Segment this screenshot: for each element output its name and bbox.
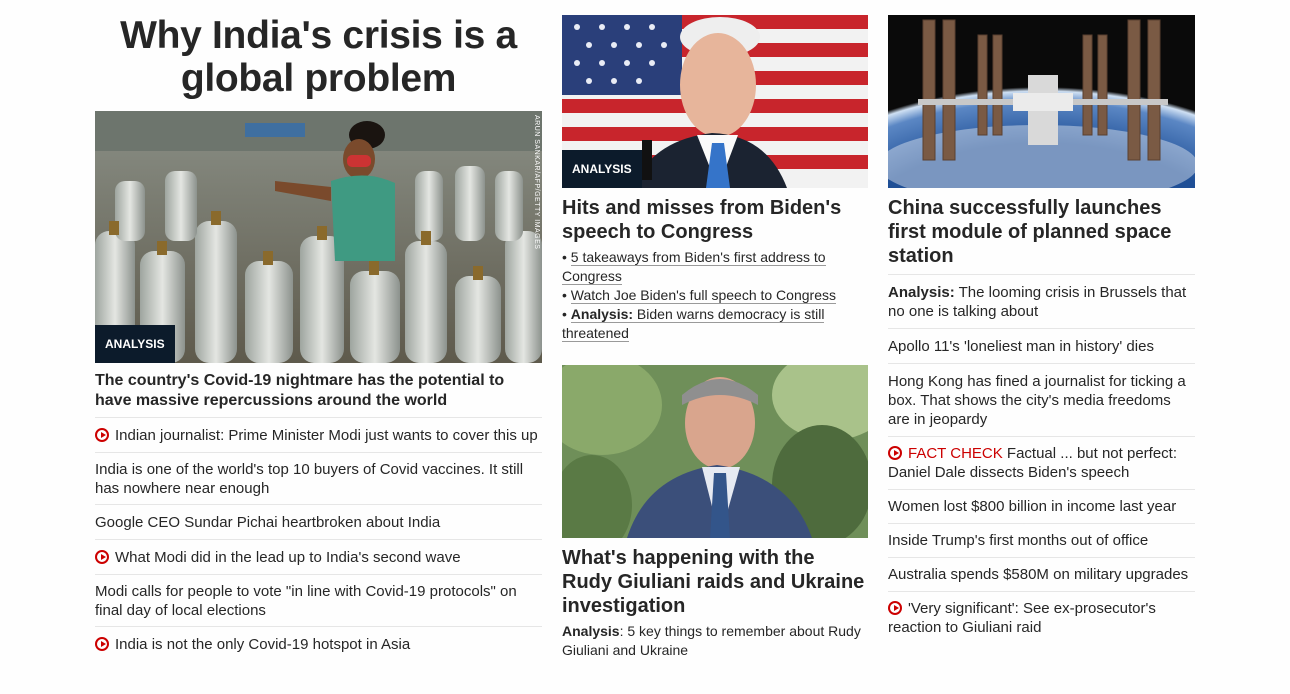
list-item[interactable]: Indian journalist: Prime Minister Modi j… [95,417,542,452]
list-item[interactable]: • Analysis: Biden warns democracy is sti… [562,305,868,343]
india-headline[interactable]: The country's Covid-19 nightmare has the… [95,371,542,411]
list-item[interactable]: India is not the only Covid-19 hotspot i… [95,626,542,661]
lead-story-title[interactable]: Why India's crisis is a global problem [95,14,542,100]
giuliani-headline[interactable]: What's happening with the Rudy Giuliani … [562,546,868,618]
image-credit: ARUN SANKAR/AFP/GETTY IMAGES [533,115,540,250]
list-item[interactable]: 'Very significant': See ex-prosecutor's … [888,591,1195,644]
list-item[interactable]: Women lost $800 billion in income last y… [888,489,1195,523]
list-item[interactable]: Modi calls for people to vote "in line w… [95,574,542,626]
play-video-icon [95,428,109,442]
list-item[interactable]: FACT CHECK Factual ... but not perfect: … [888,436,1195,489]
more-stories-list: Analysis: The looming crisis in Brussels… [888,274,1195,644]
fact-check-label: FACT CHECK [908,445,1003,462]
giuliani-image[interactable] [562,365,868,538]
biden-related-list: • 5 takeaways from Biden's first address… [562,248,868,343]
list-item[interactable]: Inside Trump's first months out of offic… [888,523,1195,557]
play-video-icon [95,550,109,564]
play-video-icon [888,601,902,615]
biden-image[interactable]: ANALYSIS [562,15,868,188]
india-related-list: Indian journalist: Prime Minister Modi j… [95,417,542,661]
list-item[interactable]: Analysis: The looming crisis in Brussels… [888,274,1195,328]
giuliani-analysis-link[interactable]: Analysis: 5 key things to remember about… [562,622,868,660]
list-item[interactable]: Apollo 11's 'loneliest man in history' d… [888,328,1195,363]
list-item[interactable]: Australia spends $580M on military upgra… [888,557,1195,591]
list-item[interactable]: Hong Kong has fined a journalist for tic… [888,363,1195,436]
giuliani-photo [562,365,868,538]
list-item[interactable]: • Watch Joe Biden's full speech to Congr… [562,286,868,305]
list-item[interactable]: India is one of the world's top 10 buyer… [95,452,542,504]
analysis-badge: ANALYSIS [562,150,642,188]
list-item[interactable]: What Modi did in the lead up to India's … [95,539,542,574]
list-item[interactable]: • 5 takeaways from Biden's first address… [562,248,868,286]
india-oxygen-image[interactable]: ARUN SANKAR/AFP/GETTY IMAGES ANALYSIS [95,111,542,363]
play-video-icon [888,446,902,460]
analysis-badge: ANALYSIS [95,325,175,363]
china-space-headline[interactable]: China successfully launches first module… [888,196,1195,268]
list-item[interactable]: Google CEO Sundar Pichai heartbroken abo… [95,504,542,539]
space-station-image[interactable] [888,15,1195,188]
biden-headline[interactable]: Hits and misses from Biden's speech to C… [562,196,868,244]
space-station-photo [888,15,1195,188]
play-video-icon [95,637,109,651]
